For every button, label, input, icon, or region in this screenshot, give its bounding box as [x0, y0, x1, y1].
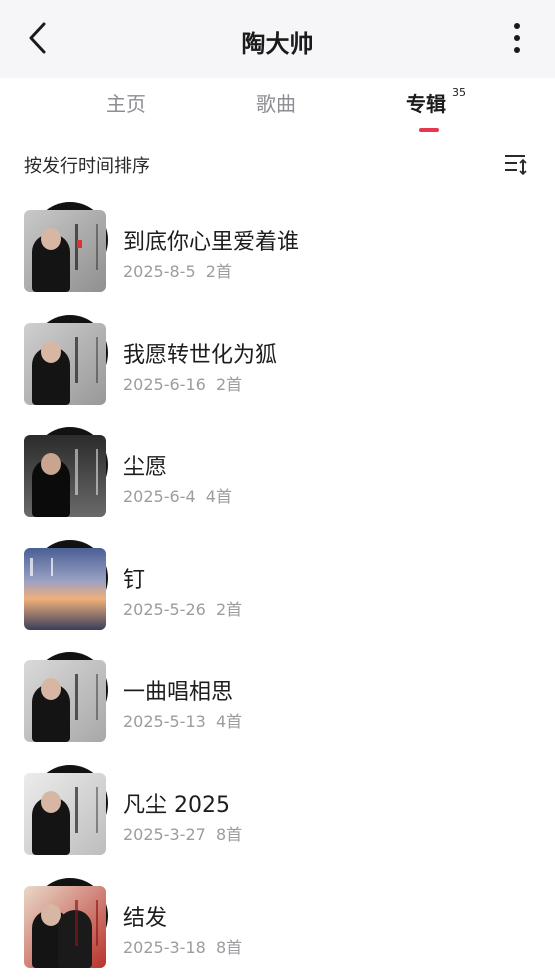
more-vertical-icon[interactable]	[509, 20, 525, 60]
tab-home[interactable]: 主页	[106, 88, 146, 117]
list-item[interactable]: 到底你心里爱着谁 2025-8-5 2首	[0, 192, 555, 305]
album-cover	[24, 652, 108, 743]
list-item[interactable]: 尘愿 2025-6-4 4首	[0, 417, 555, 530]
tab-bar: 主页 歌曲 专辑 35	[0, 78, 555, 134]
album-meta: 2025-3-18 8首	[123, 934, 242, 958]
album-meta: 2025-3-27 8首	[123, 821, 242, 845]
album-cover-image	[24, 547, 106, 630]
album-list: 到底你心里爱着谁 2025-8-5 2首 我愿转世化为狐 2025-6-16 2…	[0, 192, 555, 980]
album-title: 钉	[123, 567, 146, 593]
album-date: 2025-5-26	[123, 599, 206, 619]
album-cover-image	[24, 772, 106, 855]
album-title: 凡尘 2025	[123, 792, 230, 818]
album-track-count: 2首	[215, 374, 243, 394]
album-track-count: 4首	[215, 712, 243, 732]
album-cover	[24, 202, 108, 292]
album-meta: 2025-6-4 4首	[123, 483, 232, 507]
sort-row: 按发行时间排序	[0, 134, 555, 192]
list-item[interactable]: 凡尘 2025 2025-3-27 8首	[0, 755, 555, 868]
album-cover	[24, 877, 108, 968]
album-meta: 2025-6-16 2首	[123, 371, 242, 395]
album-title: 到底你心里爱着谁	[123, 230, 300, 255]
album-track-count: 8首	[215, 937, 243, 957]
album-title: 一曲唱相思	[123, 680, 234, 706]
album-count-badge: 35	[452, 86, 466, 99]
album-date: 2025-5-13	[123, 712, 206, 732]
album-track-count: 2首	[205, 262, 232, 281]
album-date: 2025-3-27	[123, 824, 206, 844]
album-date: 2025-3-18	[123, 937, 206, 957]
tab-home-label: 主页	[106, 92, 146, 116]
active-tab-indicator	[419, 128, 439, 132]
album-title: 结发	[123, 905, 168, 931]
album-date: 2025-8-5	[123, 262, 196, 281]
album-track-count: 2首	[215, 599, 243, 619]
album-cover-image	[24, 660, 106, 743]
tab-albums-label: 专辑	[406, 92, 446, 116]
album-meta: 2025-8-5 2首	[123, 258, 232, 282]
tab-songs[interactable]: 歌曲	[256, 88, 296, 117]
page-title: 陶大帅	[241, 30, 314, 58]
album-title: 我愿转世化为狐	[123, 342, 278, 368]
top-bar: 陶大帅	[0, 0, 555, 78]
tab-songs-label: 歌曲	[256, 92, 296, 116]
album-track-count: 8首	[215, 824, 243, 844]
album-cover	[24, 539, 108, 630]
list-item[interactable]: 一曲唱相思 2025-5-13 4首	[0, 642, 555, 755]
album-title: 尘愿	[123, 455, 168, 481]
album-cover	[24, 314, 108, 405]
album-cover	[24, 764, 108, 855]
list-item[interactable]: 结发 2025-3-18 8首	[0, 868, 555, 980]
list-item[interactable]: 钉 2025-5-26 2首	[0, 530, 555, 643]
tab-albums[interactable]: 专辑 35	[406, 86, 466, 132]
sort-icon[interactable]	[503, 151, 529, 177]
album-track-count: 4首	[205, 487, 232, 507]
album-cover-image	[24, 435, 106, 518]
album-date: 2025-6-4	[123, 487, 196, 507]
album-cover-image	[24, 322, 106, 405]
album-cover	[24, 427, 108, 518]
album-date: 2025-6-16	[123, 374, 206, 394]
sort-order-label[interactable]: 按发行时间排序	[24, 152, 150, 178]
album-meta: 2025-5-26 2首	[123, 596, 242, 620]
album-cover-image	[24, 885, 106, 968]
album-meta: 2025-5-13 4首	[123, 708, 242, 732]
list-item[interactable]: 我愿转世化为狐 2025-6-16 2首	[0, 305, 555, 418]
album-cover-image	[24, 210, 106, 292]
